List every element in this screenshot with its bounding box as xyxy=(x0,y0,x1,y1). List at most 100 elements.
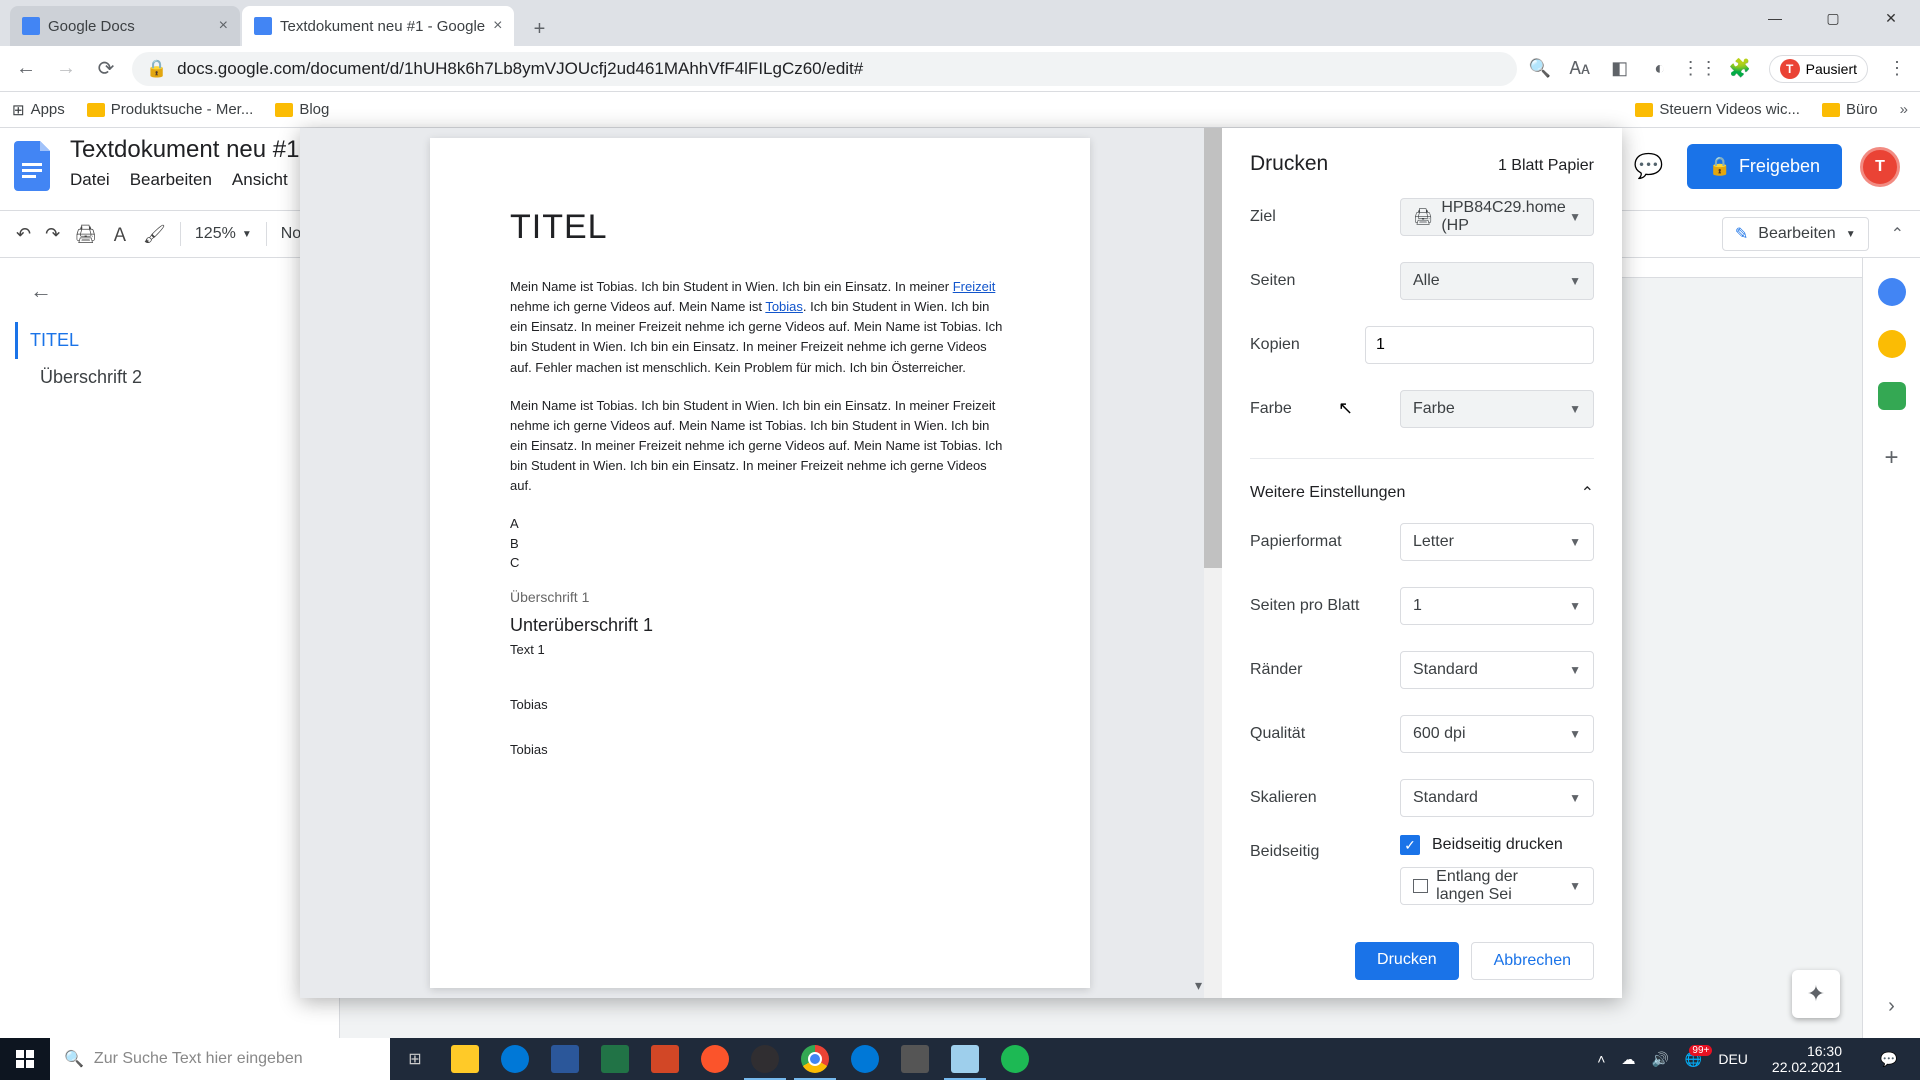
preview-link: Tobias xyxy=(765,299,803,314)
bookmark-item[interactable]: Büro xyxy=(1822,101,1878,118)
preview-collapse-icon[interactable]: ▾ xyxy=(1195,977,1202,994)
explore-button[interactable]: ✦ xyxy=(1792,970,1840,1018)
bookmark-item[interactable]: Produktsuche - Mer... xyxy=(87,101,254,118)
add-addon-icon[interactable]: + xyxy=(1884,444,1898,472)
profile-paused[interactable]: T Pausiert xyxy=(1769,55,1868,83)
clock[interactable]: 16:3022.02.2021 xyxy=(1764,1043,1850,1075)
account-avatar[interactable]: T xyxy=(1860,147,1900,187)
paint-format-icon[interactable]: 🖌 xyxy=(143,224,166,245)
spellcheck-icon[interactable]: Ａ xyxy=(111,221,129,247)
margins-select[interactable]: Standard▼ xyxy=(1400,651,1594,689)
chrome-menu-icon[interactable]: ⋮ xyxy=(1886,58,1908,80)
tray-expand-icon[interactable]: ˄ xyxy=(1597,1051,1605,1067)
menu-edit[interactable]: Bearbeiten xyxy=(130,170,212,190)
calendar-icon[interactable] xyxy=(1878,278,1906,306)
preview-page: TITEL Mein Name ist Tobias. Ich bin Stud… xyxy=(430,138,1090,988)
reload-button[interactable]: ⟳ xyxy=(92,56,120,81)
browser-tab-1[interactable]: Textdokument neu #1 - Google × xyxy=(242,6,514,46)
new-tab-button[interactable]: + xyxy=(522,12,556,46)
outline-item[interactable]: TITEL xyxy=(15,322,270,359)
onedrive-icon[interactable]: ☁ xyxy=(1621,1051,1635,1068)
pages-select[interactable]: Alle▼ xyxy=(1400,262,1594,300)
hide-rail-icon[interactable]: › xyxy=(1888,995,1895,1018)
word-icon[interactable] xyxy=(540,1038,590,1080)
task-view-icon[interactable]: ⊞ xyxy=(390,1038,440,1080)
quality-select[interactable]: 600 dpi▼ xyxy=(1400,715,1594,753)
paper-size-select[interactable]: Letter▼ xyxy=(1400,523,1594,561)
color-select[interactable]: Farbe▼ xyxy=(1400,390,1594,428)
outline-item[interactable]: Überschrift 2 xyxy=(30,359,270,396)
zoom-select[interactable]: 125%▼ xyxy=(195,225,252,243)
edit-mode-select[interactable]: ✎ Bearbeiten ▼ xyxy=(1722,217,1869,251)
bookmark-item[interactable]: Blog xyxy=(275,101,329,118)
scale-select[interactable]: Standard▼ xyxy=(1400,779,1594,817)
action-center-icon[interactable]: 💬 xyxy=(1866,1051,1912,1068)
share-button[interactable]: 🔒 Freigeben xyxy=(1687,144,1842,189)
edge-icon[interactable] xyxy=(840,1038,890,1080)
close-window-button[interactable]: ✕ xyxy=(1862,0,1920,36)
minimize-button[interactable]: — xyxy=(1746,0,1804,36)
app-icon[interactable] xyxy=(890,1038,940,1080)
close-icon[interactable]: × xyxy=(493,17,502,35)
menu-view[interactable]: Ansicht xyxy=(232,170,288,190)
start-button[interactable] xyxy=(0,1038,50,1080)
edge-legacy-icon[interactable] xyxy=(490,1038,540,1080)
collapse-toolbar-icon[interactable]: ⌃ xyxy=(1891,224,1904,244)
tasks-icon[interactable] xyxy=(1878,382,1906,410)
duplex-edge-select[interactable]: Entlang der langen Sei ▼ xyxy=(1400,867,1594,905)
extension-icon[interactable]: ⋮⋮ xyxy=(1689,58,1711,80)
extension-icon[interactable]: ◧ xyxy=(1609,58,1631,80)
maximize-button[interactable]: ▢ xyxy=(1804,0,1862,36)
apps-shortcut[interactable]: ⊞Apps xyxy=(12,101,65,119)
network-icon[interactable]: 🌐99+ xyxy=(1685,1051,1702,1068)
comments-icon[interactable]: 💬 xyxy=(1629,147,1669,187)
redo-icon[interactable]: ↷ xyxy=(45,224,60,245)
chevron-up-icon: ⌃ xyxy=(1581,483,1594,503)
extensions-icon[interactable]: 🧩 xyxy=(1729,58,1751,80)
dest-label: Ziel xyxy=(1250,208,1400,226)
preview-name: Tobias xyxy=(510,742,1010,757)
brave-icon[interactable] xyxy=(690,1038,740,1080)
bookmarks-overflow[interactable]: » xyxy=(1900,101,1908,118)
bookmark-item[interactable]: Steuern Videos wic... xyxy=(1635,101,1800,118)
preview-h1: Überschrift 1 xyxy=(510,589,1010,605)
notepad-icon[interactable] xyxy=(940,1038,990,1080)
docs-favicon-icon xyxy=(22,17,40,35)
back-button[interactable]: ← xyxy=(12,57,40,80)
close-icon[interactable]: × xyxy=(219,17,228,35)
copies-input[interactable] xyxy=(1365,326,1594,364)
chrome-icon[interactable] xyxy=(790,1038,840,1080)
chevron-down-icon: ▼ xyxy=(1569,210,1581,224)
zoom-icon[interactable]: 🔍 xyxy=(1529,58,1551,80)
keep-icon[interactable] xyxy=(1878,330,1906,358)
volume-icon[interactable]: 🔊 xyxy=(1651,1051,1668,1068)
address-bar[interactable]: 🔒 docs.google.com/document/d/1hUH8k6h7Lb… xyxy=(132,52,1517,86)
pages-per-sheet-select[interactable]: 1▼ xyxy=(1400,587,1594,625)
more-settings-toggle[interactable]: Weitere Einstellungen ⌃ xyxy=(1250,473,1594,523)
language-indicator[interactable]: DEU xyxy=(1718,1051,1748,1067)
preview-name: Tobias xyxy=(510,697,1010,712)
excel-icon[interactable] xyxy=(590,1038,640,1080)
print-button[interactable]: Drucken xyxy=(1355,942,1459,980)
preview-scrollbar[interactable] xyxy=(1204,128,1222,998)
translate-icon[interactable]: 🗛 xyxy=(1569,58,1591,80)
print-icon[interactable]: 🖨 xyxy=(74,224,97,245)
menu-file[interactable]: Datei xyxy=(70,170,110,190)
cancel-button[interactable]: Abbrechen xyxy=(1471,942,1594,980)
undo-icon[interactable]: ↶ xyxy=(16,224,31,245)
docs-logo-icon[interactable] xyxy=(10,136,58,196)
duplex-checkbox[interactable]: ✓ xyxy=(1400,835,1420,855)
obs-icon[interactable] xyxy=(740,1038,790,1080)
outline-close-icon[interactable]: ← xyxy=(30,278,270,304)
destination-select[interactable]: 🖨HPB84C29.home (HP ▼ xyxy=(1400,198,1594,236)
duplex-icon xyxy=(1413,879,1428,893)
explorer-icon[interactable] xyxy=(440,1038,490,1080)
powerpoint-icon[interactable] xyxy=(640,1038,690,1080)
taskbar-search[interactable]: 🔍Zur Suche Text hier eingeben xyxy=(50,1038,390,1080)
spotify-icon[interactable] xyxy=(990,1038,1040,1080)
browser-tab-0[interactable]: Google Docs × xyxy=(10,6,240,46)
extension-icon[interactable]: ◐ xyxy=(1649,58,1671,80)
copies-label: Kopien xyxy=(1250,336,1365,354)
forward-button[interactable]: → xyxy=(52,57,80,80)
doc-title[interactable]: Textdokument neu #1 xyxy=(70,136,300,164)
